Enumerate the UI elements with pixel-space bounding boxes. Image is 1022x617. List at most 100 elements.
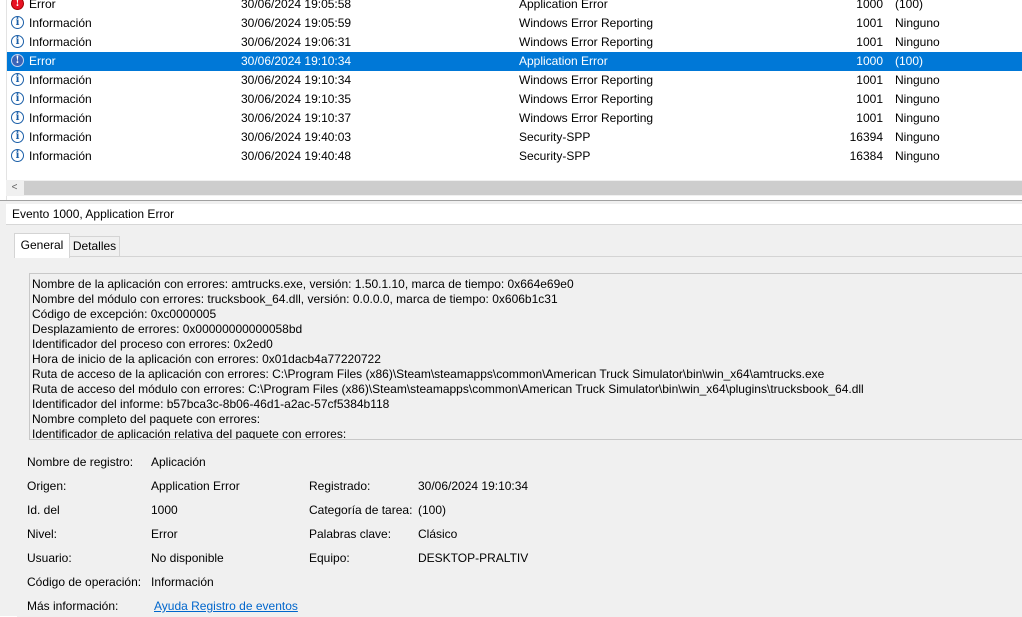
event-detail-panel: Evento 1000, Application Error General D…: [0, 200, 1022, 617]
event-id: 1001: [856, 16, 883, 30]
task-category-value: (100): [418, 503, 447, 517]
info-icon: i: [11, 149, 24, 162]
event-log-help-link[interactable]: Ayuda Registro de eventos: [154, 598, 298, 614]
event-source: Windows Error Reporting: [519, 73, 654, 87]
user-value: No disponible: [151, 551, 224, 565]
log-name-value: Aplicación: [151, 455, 206, 469]
event-id: 16394: [849, 130, 883, 144]
task-category-label: Categoría de tarea:: [309, 503, 413, 517]
event-id: 1000: [856, 54, 883, 68]
event-row[interactable]: i Información 30/06/2024 19:40:03 Security-…: [6, 128, 1022, 147]
computer-value: DESKTOP-PRALTIV: [418, 551, 529, 565]
event-id-label: Id. del: [27, 503, 60, 517]
info-icon: i: [11, 16, 24, 29]
info-icon: i: [11, 35, 24, 48]
event-source: Application Error: [519, 54, 608, 68]
event-row[interactable]: i Información 30/06/2024 19:40:48 Security-…: [6, 147, 1022, 166]
tab-general[interactable]: General: [14, 233, 70, 258]
event-source: Windows Error Reporting: [519, 92, 654, 106]
source-value: Application Error: [151, 479, 240, 493]
tab-details[interactable]: Detalles: [69, 236, 120, 257]
event-level: Información: [29, 111, 92, 125]
event-level: Información: [29, 149, 92, 163]
event-id: 1001: [856, 35, 883, 49]
description-line: Código de excepción: 0xc0000005: [32, 307, 217, 321]
event-task-category: (100): [895, 0, 924, 11]
event-level: Información: [29, 130, 92, 144]
event-row[interactable]: ! Error 30/06/2024 19:10:34 Application Err…: [6, 52, 1022, 71]
description-line: Nombre de la aplicación con errores: amt…: [32, 277, 574, 291]
description-line: Identificador del proceso con errores: 0…: [32, 337, 273, 351]
event-row[interactable]: i Información 30/06/2024 19:10:37 Windows E…: [6, 109, 1022, 128]
event-level: Error: [29, 54, 56, 68]
event-task-category: Ninguno: [895, 149, 940, 163]
event-source: Application Error: [519, 0, 608, 11]
left-gutter: [0, 0, 7, 200]
keywords-value: Clásico: [418, 527, 458, 541]
event-list[interactable]: ! Error 30/06/2024 19:05:58 Application Err…: [0, 0, 1022, 182]
user-label: Usuario:: [27, 551, 72, 565]
more-info-label: Más información:: [27, 599, 119, 613]
scroll-left-icon[interactable]: <: [6, 180, 23, 196]
logged-label: Registrado:: [309, 479, 371, 493]
event-date: 30/06/2024 19:40:03: [241, 130, 352, 144]
event-date: 30/06/2024 19:05:58: [241, 0, 352, 11]
event-source: Windows Error Reporting: [519, 111, 654, 125]
description-line: Hora de inicio de la aplicación con erro…: [32, 352, 381, 366]
event-description[interactable]: Nombre de la aplicación con errores: amt…: [29, 273, 1022, 440]
event-id-value: 1000: [151, 503, 178, 517]
event-id: 16384: [849, 149, 883, 163]
event-date: 30/06/2024 19:10:34: [241, 73, 352, 87]
event-task-category: Ninguno: [895, 73, 940, 87]
description-line: Identificador de aplicación relativa del…: [32, 427, 347, 440]
event-level: Información: [29, 73, 92, 87]
event-date: 30/06/2024 19:40:48: [241, 149, 352, 163]
tab-general-content: Nombre de la aplicación con errores: amt…: [17, 256, 1022, 617]
event-task-category: Ninguno: [895, 35, 940, 49]
error-icon: !: [11, 0, 24, 10]
event-row[interactable]: i Información 30/06/2024 19:10:35 Windows E…: [6, 90, 1022, 109]
info-icon: i: [11, 73, 24, 86]
description-line: Ruta de acceso de la aplicación con erro…: [32, 367, 825, 381]
event-task-category: Ninguno: [895, 16, 940, 30]
description-line: Identificador del informe: b57bca3c-8b06…: [32, 397, 390, 411]
event-task-category: Ninguno: [895, 92, 940, 106]
event-task-category: (100): [895, 54, 924, 68]
event-level: Información: [29, 16, 92, 30]
error-icon: !: [11, 54, 24, 67]
event-date: 30/06/2024 19:10:35: [241, 92, 352, 106]
event-date: 30/06/2024 19:05:59: [241, 16, 352, 30]
event-level: Información: [29, 35, 92, 49]
level-label: Nivel:: [27, 527, 58, 541]
event-level: Error: [29, 0, 56, 11]
event-row[interactable]: i Información 30/06/2024 19:10:34 Windows E…: [6, 71, 1022, 90]
info-icon: i: [11, 130, 24, 143]
event-id: 1001: [856, 73, 883, 87]
logged-value: 30/06/2024 19:10:34: [418, 479, 529, 493]
event-task-category: Ninguno: [895, 130, 940, 144]
event-source: Security-SPP: [519, 149, 591, 163]
event-date: 30/06/2024 19:10:37: [241, 111, 352, 125]
log-name-label: Nombre de registro:: [27, 455, 134, 469]
scrollbar-thumb[interactable]: [24, 181, 1022, 195]
opcode-label: Código de operación:: [27, 575, 142, 589]
info-icon: i: [11, 111, 24, 124]
event-row[interactable]: i Información 30/06/2024 19:05:59 Windows E…: [6, 14, 1022, 33]
event-date: 30/06/2024 19:06:31: [241, 35, 352, 49]
horizontal-scrollbar[interactable]: <: [6, 180, 1022, 196]
level-value: Error: [151, 527, 178, 541]
event-row[interactable]: ! Error 30/06/2024 19:05:58 Application Err…: [6, 0, 1022, 14]
opcode-value: Información: [151, 575, 214, 589]
description-line: Nombre del módulo con errores: trucksboo…: [32, 292, 558, 306]
event-row[interactable]: i Información 30/06/2024 19:06:31 Windows E…: [6, 33, 1022, 52]
event-detail-title: Evento 1000, Application Error: [6, 204, 1022, 225]
keywords-label: Palabras clave:: [309, 527, 392, 541]
source-label: Origen:: [27, 479, 67, 493]
event-source: Windows Error Reporting: [519, 16, 654, 30]
description-line: Nombre completo del paquete con errores:: [32, 412, 261, 426]
event-id: 1000: [856, 0, 883, 11]
computer-label: Equipo:: [309, 551, 350, 565]
event-id: 1001: [856, 92, 883, 106]
event-task-category: Ninguno: [895, 111, 940, 125]
description-line: Ruta de acceso del módulo con errores: C…: [32, 382, 864, 396]
